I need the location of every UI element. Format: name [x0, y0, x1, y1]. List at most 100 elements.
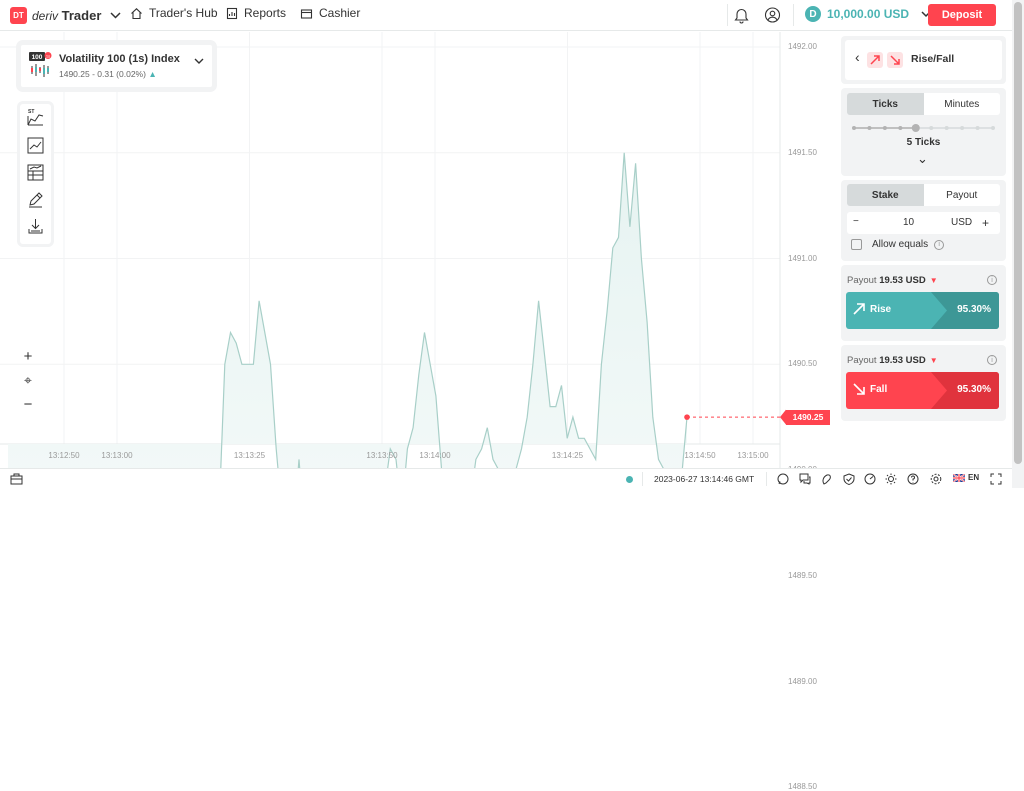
trade-type-card: ‹ Rise/Fall	[841, 36, 1006, 84]
slider-step	[867, 126, 872, 130]
page-scrollbar-thumb[interactable]	[1014, 2, 1022, 464]
deriv-trader-logo[interactable]: DT deriv Trader	[10, 7, 121, 24]
x-tick-label: 13:13:25	[233, 451, 266, 460]
account-icon[interactable]	[764, 6, 781, 24]
nav-cashier[interactable]: Cashier	[300, 6, 360, 20]
trend-down-icon: ▼	[929, 356, 938, 365]
tab-stake[interactable]: Stake	[847, 184, 924, 206]
y-tick-label: 1492.00	[788, 42, 817, 51]
asset-selector[interactable]: 100 1s Volatility 100 (1s) Index 1490.25…	[20, 44, 213, 88]
theme-icon[interactable]	[885, 473, 897, 485]
logo-text: deriv Trader	[32, 8, 101, 23]
account-switcher[interactable]: D 10,000.00 USD	[805, 6, 931, 22]
allow-equals-checkbox[interactable]	[851, 239, 862, 250]
logo-brand: deriv	[32, 9, 59, 23]
volatility-index-icon: 100 1s	[29, 52, 52, 77]
nav-traders-hub[interactable]: Trader's Hub	[130, 6, 218, 20]
download-icon[interactable]	[26, 217, 45, 236]
slider-step	[975, 126, 980, 130]
shield-icon[interactable]	[843, 473, 855, 485]
zoom-in-button[interactable]: +	[16, 346, 40, 366]
stake-value[interactable]: 10	[903, 217, 914, 228]
current-price-tag: 1490.25	[786, 409, 830, 425]
x-tick-label: 13:14:50	[684, 451, 716, 460]
header-divider	[727, 4, 728, 26]
stake-input[interactable]: − 10 USD +	[847, 212, 1000, 234]
chat-icon[interactable]	[799, 473, 811, 485]
chevron-down-icon	[194, 58, 204, 64]
x-tick-label: 13:13:00	[101, 451, 133, 460]
stake-tabs: Stake Payout	[847, 184, 1000, 206]
duration-value: 5 Ticks	[906, 137, 941, 148]
duration-tabs: Ticks Minutes	[847, 93, 1000, 115]
info-icon[interactable]: i	[987, 275, 997, 285]
nav-reports[interactable]: Reports	[226, 6, 286, 20]
language-selector[interactable]: EN	[953, 473, 979, 482]
zoom-out-button[interactable]: −	[16, 394, 40, 414]
top-header: DT deriv Trader Trader's Hub Reports Cas…	[0, 0, 1024, 31]
info-icon[interactable]: i	[987, 355, 997, 365]
settings-icon[interactable]	[930, 473, 942, 485]
y-tick-label: 1491.00	[788, 253, 817, 263]
balance-value: 10,000.00 USD	[827, 7, 910, 21]
rise-payout-value: 19.53 USD	[879, 275, 926, 286]
reset-zoom-button[interactable]: ⌖	[16, 370, 40, 390]
help-icon[interactable]	[907, 473, 919, 485]
fall-label: Fall	[870, 384, 888, 395]
slider-step	[898, 126, 903, 130]
fall-purchase-button[interactable]: Fall 95.30%	[846, 372, 999, 409]
info-icon[interactable]: i	[934, 239, 945, 250]
nav-label: Trader's Hub	[149, 6, 218, 20]
tab-payout[interactable]: Payout	[923, 184, 1000, 206]
increase-stake-button[interactable]: +	[982, 216, 989, 230]
slider-step	[944, 126, 949, 130]
decrease-stake-button[interactable]: −	[853, 216, 859, 227]
chevron-down-icon[interactable]	[110, 12, 121, 19]
header-divider	[793, 4, 794, 26]
asset-icon-badge: 100	[32, 54, 43, 61]
allow-equals-label: Allow equals	[872, 239, 929, 250]
tab-minutes[interactable]: Minutes	[923, 93, 1000, 115]
footer-divider	[766, 472, 767, 486]
tab-ticks[interactable]: Ticks	[847, 93, 924, 115]
templates-icon[interactable]	[26, 163, 45, 182]
y-tick-label: 1491.50	[788, 147, 817, 157]
fall-percent: 95.30%	[957, 384, 991, 395]
trade-type-selector[interactable]: ‹ Rise/Fall	[845, 40, 1002, 80]
ticks-slider[interactable]	[851, 123, 996, 133]
payout-label: Payout	[847, 355, 877, 366]
logo-product: Trader	[61, 8, 102, 23]
chart-area[interactable]: 100 1s Volatility 100 (1s) Index 1490.25…	[0, 32, 838, 791]
home-icon	[131, 7, 142, 19]
back-icon[interactable]: ‹	[855, 49, 860, 65]
rise-arrow-icon	[853, 303, 865, 315]
trade-type-label: Rise/Fall	[911, 53, 955, 65]
slider-step	[991, 126, 995, 130]
chart-type-icon[interactable]: ST	[26, 108, 45, 127]
drawing-tools-icon[interactable]	[26, 190, 45, 209]
price-chart[interactable]	[0, 32, 838, 468]
expand-icon[interactable]: ⌄	[917, 152, 928, 165]
chart-toolbar: ST	[20, 104, 51, 244]
asset-price-line: 1490.25 - 0.31 (0.02%)	[59, 69, 146, 79]
responsible-trading-icon[interactable]	[821, 473, 833, 485]
reports-icon	[226, 7, 238, 19]
rise-purchase-button[interactable]: Rise 95.30%	[846, 292, 999, 329]
x-tick-label: 13:15:00	[737, 451, 769, 460]
payout-label: Payout	[847, 275, 877, 286]
whatsapp-icon[interactable]	[777, 473, 789, 485]
slider-step	[960, 126, 965, 130]
positions-icon[interactable]	[10, 473, 23, 485]
fullscreen-icon[interactable]	[990, 473, 1002, 485]
deposit-button[interactable]: Deposit	[928, 4, 996, 26]
indicators-icon[interactable]	[26, 136, 45, 155]
bell-icon[interactable]	[733, 6, 750, 24]
slider-step	[882, 126, 887, 130]
trend-up-icon: ▲	[148, 69, 157, 79]
y-tick-label: 1489.00	[788, 676, 817, 686]
gauge-icon[interactable]	[864, 473, 876, 485]
slider-step	[852, 126, 856, 130]
logo-badge: DT	[10, 7, 27, 24]
rise-label: Rise	[870, 304, 892, 315]
flag-uk-icon	[953, 473, 965, 482]
